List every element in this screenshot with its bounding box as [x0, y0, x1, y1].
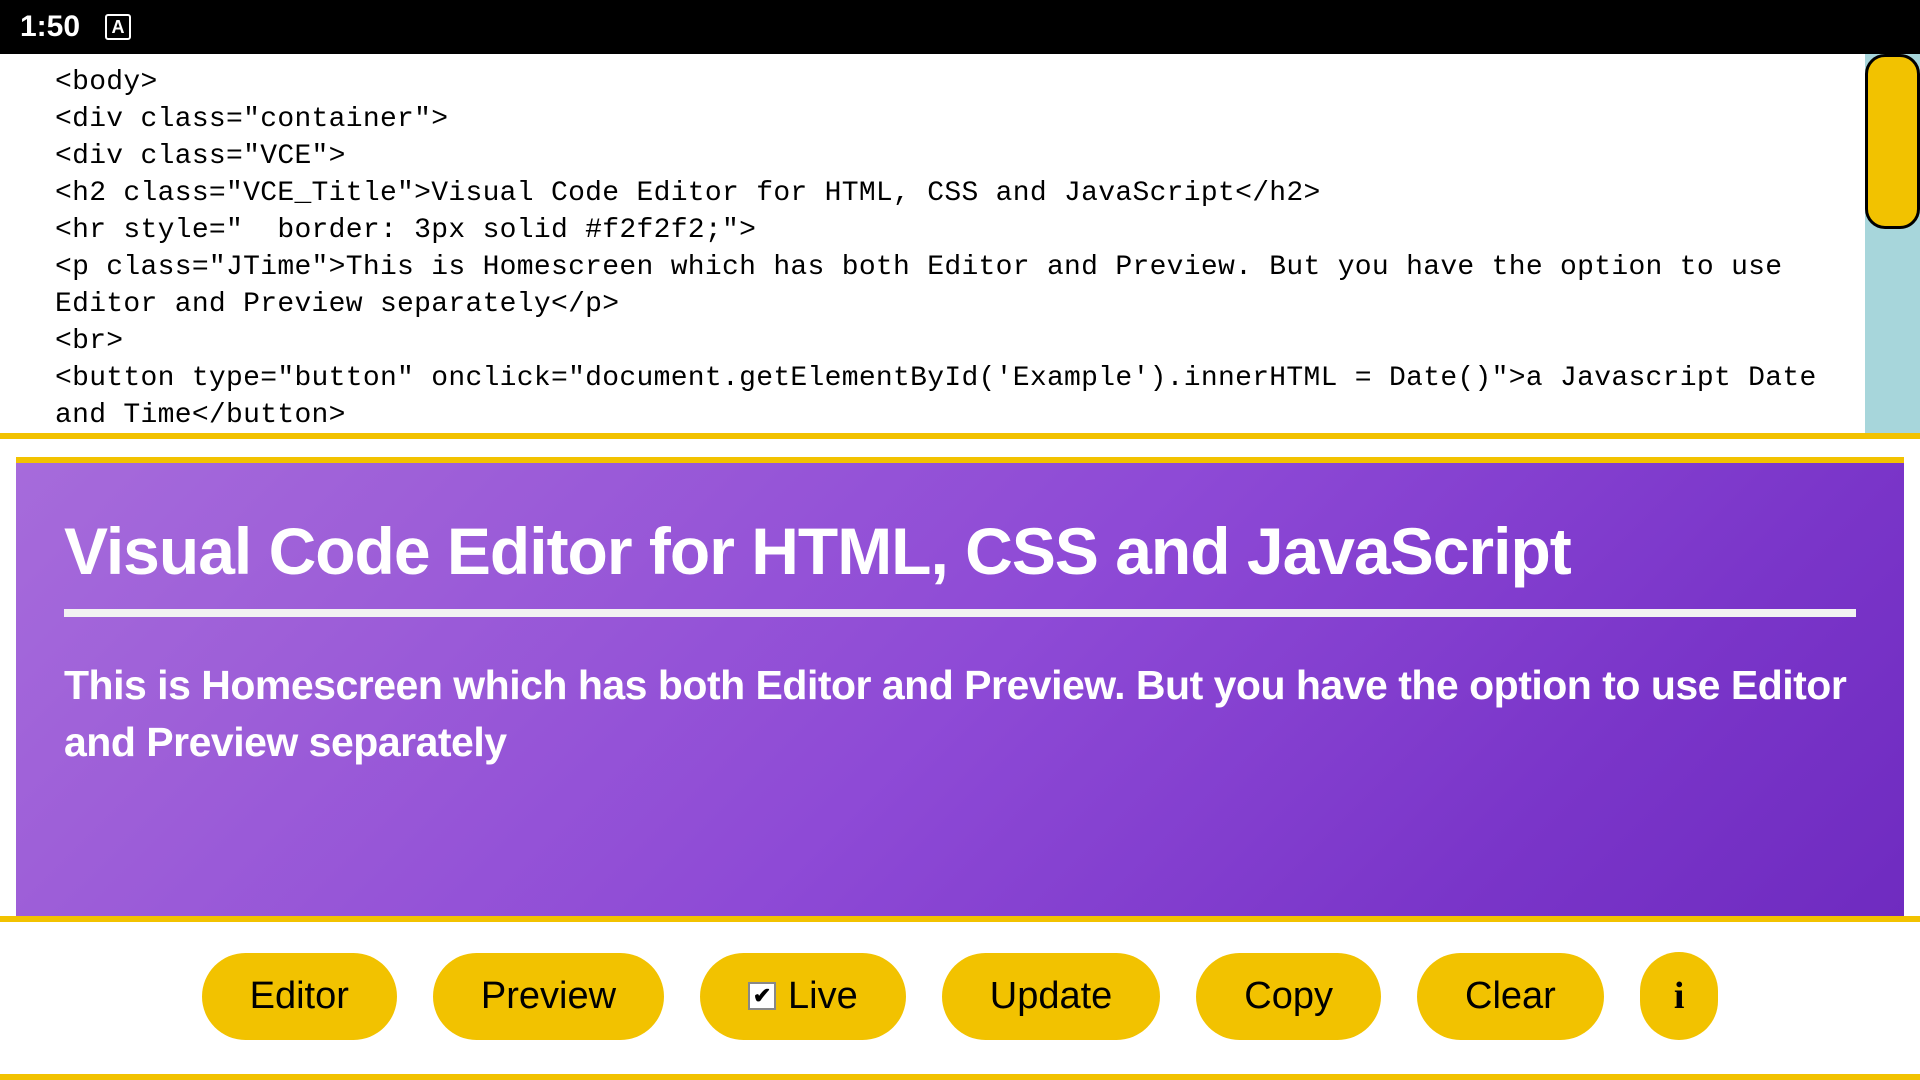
preview-description: This is Homescreen which has both Editor…: [64, 657, 1856, 772]
toolbar: Editor Preview ✔ Live Update Copy Clear …: [0, 922, 1920, 1080]
keyboard-icon: A: [105, 14, 131, 40]
clear-button[interactable]: Clear: [1417, 953, 1604, 1040]
code-editor-pane[interactable]: <body> <div class="container"> <div clas…: [0, 54, 1920, 439]
preview-title: Visual Code Editor for HTML, CSS and Jav…: [64, 513, 1856, 589]
preview-pane: Visual Code Editor for HTML, CSS and Jav…: [16, 457, 1904, 916]
live-toggle-button[interactable]: ✔ Live: [700, 953, 906, 1040]
update-button[interactable]: Update: [942, 953, 1161, 1040]
copy-button[interactable]: Copy: [1196, 953, 1381, 1040]
editor-scrollbar-track[interactable]: [1865, 54, 1920, 433]
info-button[interactable]: i: [1640, 952, 1719, 1040]
preview-divider: [64, 609, 1856, 617]
live-label: Live: [788, 975, 858, 1018]
editor-scrollbar-thumb[interactable]: [1865, 54, 1920, 229]
toolbar-wrap: Editor Preview ✔ Live Update Copy Clear …: [0, 916, 1920, 1080]
code-editor-text[interactable]: <body> <div class="container"> <div clas…: [55, 64, 1860, 439]
preview-button[interactable]: Preview: [433, 953, 664, 1040]
pane-divider: [0, 439, 1920, 457]
live-checkbox-icon: ✔: [748, 982, 776, 1010]
app-body: <body> <div class="container"> <div clas…: [0, 54, 1920, 1080]
editor-button[interactable]: Editor: [202, 953, 397, 1040]
status-time: 1:50: [20, 10, 80, 44]
status-bar: 1:50 A: [0, 0, 1920, 54]
